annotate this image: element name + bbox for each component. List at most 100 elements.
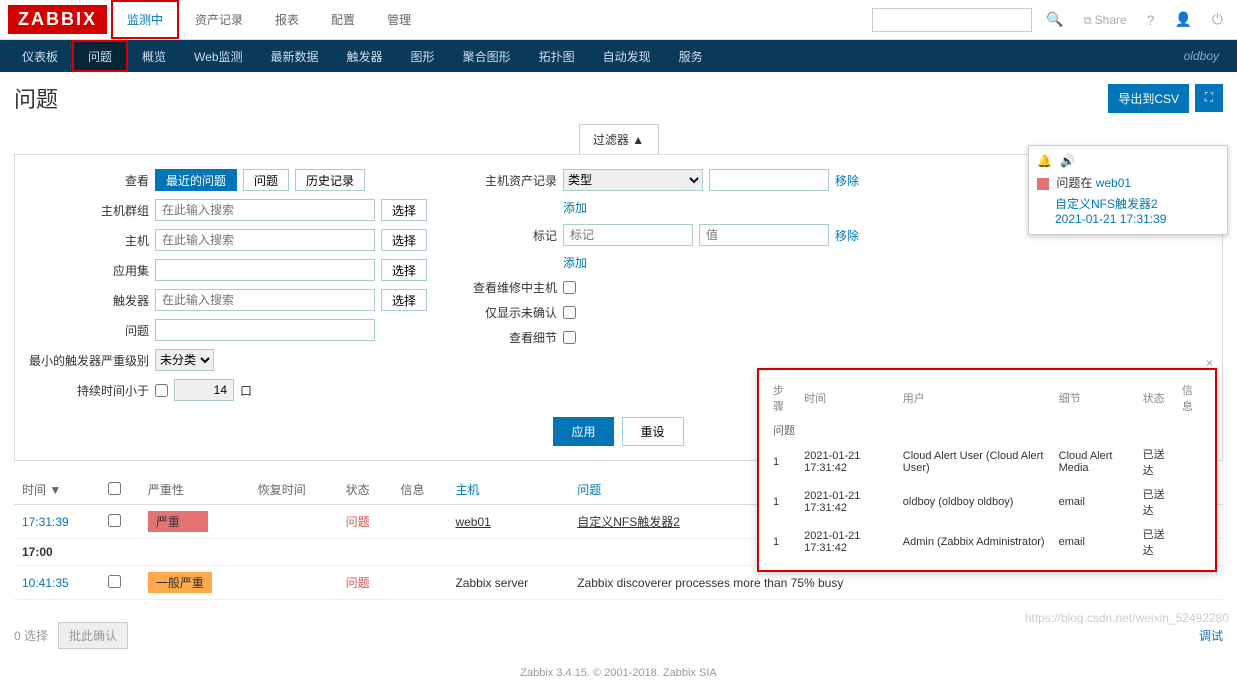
hostgroup-input[interactable] bbox=[155, 199, 375, 221]
notif-trigger-link[interactable]: 自定义NFS触发器2 bbox=[1055, 195, 1219, 212]
notif-host-link[interactable]: web01 bbox=[1096, 176, 1131, 190]
appset-select-button[interactable]: 选择 bbox=[381, 259, 427, 281]
problem-link[interactable]: 自定义NFS触发器2 bbox=[577, 515, 680, 529]
subnav-services[interactable]: 服务 bbox=[665, 40, 717, 72]
global-search-input[interactable] bbox=[872, 8, 1032, 32]
problem-label: 问题 bbox=[29, 322, 149, 339]
subnav-web[interactable]: Web监测 bbox=[180, 40, 256, 72]
duration-input[interactable] bbox=[174, 379, 234, 401]
maint-label: 查看维修中主机 bbox=[467, 279, 557, 296]
filter-left-column: 查看 最近的问题 问题 历史记录 主机群组 选择 主机 选择 应用集 选择 bbox=[29, 169, 427, 401]
tag-name-input[interactable] bbox=[563, 224, 693, 246]
row-checkbox[interactable] bbox=[108, 575, 121, 588]
th-time[interactable]: 时间 ▼ bbox=[14, 475, 100, 505]
row-checkbox[interactable] bbox=[108, 514, 121, 527]
action-row: 12021-01-21 17:31:42Cloud Alert User (Cl… bbox=[767, 442, 1207, 482]
topnav-monitoring[interactable]: 监测中 bbox=[111, 0, 179, 39]
ap-th-status: 状态 bbox=[1137, 378, 1176, 418]
sound-icon: 🔊 bbox=[1060, 154, 1075, 168]
th-host[interactable]: 主机 bbox=[447, 475, 569, 505]
help-icon[interactable]: ? bbox=[1141, 12, 1161, 28]
subnav-screens[interactable]: 聚合图形 bbox=[449, 40, 525, 72]
page-title: 问题 bbox=[14, 82, 58, 114]
th-info: 信息 bbox=[393, 475, 448, 505]
trigger-select-button[interactable]: 选择 bbox=[381, 289, 427, 311]
asset-add-link[interactable]: 添加 bbox=[563, 199, 587, 216]
topnav-reports[interactable]: 报表 bbox=[259, 0, 315, 39]
bell-icon: 🔔 bbox=[1037, 154, 1052, 168]
unack-label: 仅显示未确认 bbox=[467, 304, 557, 321]
topnav-right: 🔍 ⧉ Share ? 👤 ⏻ bbox=[872, 8, 1229, 32]
min-severity-select[interactable]: 未分类 bbox=[155, 349, 214, 371]
severity-indicator bbox=[1037, 178, 1049, 190]
unack-checkbox[interactable] bbox=[563, 306, 576, 319]
apply-button[interactable]: 应用 bbox=[553, 417, 613, 446]
export-csv-button[interactable]: 导出到CSV bbox=[1108, 84, 1189, 113]
host-link[interactable]: web01 bbox=[455, 515, 490, 529]
hostgroup-select-button[interactable]: 选择 bbox=[381, 199, 427, 221]
problem-input[interactable] bbox=[155, 319, 375, 341]
ap-th-step: 步骤 bbox=[767, 378, 798, 418]
detail-checkbox[interactable] bbox=[563, 331, 576, 344]
subnav-problems[interactable]: 问题 bbox=[72, 40, 128, 72]
tag-remove-link[interactable]: 移除 bbox=[835, 227, 859, 244]
subnav-triggers[interactable]: 触发器 bbox=[333, 40, 397, 72]
subnav-user-label: oldboy bbox=[1174, 49, 1229, 63]
ap-th-detail: 细节 bbox=[1053, 378, 1137, 418]
duration-checkbox[interactable] bbox=[155, 384, 168, 397]
status-text: 问题 bbox=[346, 515, 370, 529]
th-status[interactable]: 状态 bbox=[338, 475, 393, 505]
asset-label: 主机资产记录 bbox=[467, 172, 557, 189]
view-history-button[interactable]: 历史记录 bbox=[295, 169, 365, 191]
logout-icon[interactable]: ⏻ bbox=[1206, 11, 1229, 28]
th-recovery[interactable]: 恢复时间 bbox=[250, 475, 338, 505]
th-severity[interactable]: 严重性 bbox=[140, 475, 250, 505]
appset-input[interactable] bbox=[155, 259, 375, 281]
duration-label: 持续时间小于 bbox=[29, 382, 149, 399]
debug-link[interactable]: 调试 bbox=[1199, 627, 1223, 644]
trigger-input[interactable] bbox=[155, 289, 375, 311]
topnav-config[interactable]: 配置 bbox=[315, 0, 371, 39]
reset-button[interactable]: 重设 bbox=[622, 417, 684, 446]
tag-add-link[interactable]: 添加 bbox=[563, 254, 587, 271]
share-link[interactable]: ⧉ Share bbox=[1078, 11, 1133, 28]
subnav-maps[interactable]: 拓扑图 bbox=[525, 40, 589, 72]
host-link[interactable]: Zabbix server bbox=[455, 576, 528, 590]
topnav-admin[interactable]: 管理 bbox=[371, 0, 427, 39]
topnav-inventory[interactable]: 资产记录 bbox=[179, 0, 259, 39]
filter-toggle-tab[interactable]: 过滤器 ▲ bbox=[579, 124, 659, 154]
host-input[interactable] bbox=[155, 229, 375, 251]
close-icon[interactable]: × bbox=[1206, 356, 1213, 370]
asset-type-select[interactable]: 类型 bbox=[563, 169, 703, 191]
view-recent-button[interactable]: 最近的问题 bbox=[155, 169, 237, 191]
user-icon[interactable]: 👤 bbox=[1168, 11, 1197, 28]
problem-link[interactable]: Zabbix discoverer processes more than 75… bbox=[577, 576, 843, 590]
view-problems-button[interactable]: 问题 bbox=[243, 169, 289, 191]
search-icon[interactable]: 🔍 bbox=[1040, 11, 1069, 28]
subnav-latest[interactable]: 最新数据 bbox=[257, 40, 333, 72]
notif-time-link[interactable]: 2021-01-21 17:31:39 bbox=[1055, 212, 1219, 226]
batch-ack-button[interactable]: 批此确认 bbox=[58, 622, 128, 649]
fullscreen-button[interactable]: ⛶ bbox=[1195, 84, 1223, 112]
row-time[interactable]: 10:41:35 bbox=[22, 576, 69, 590]
subnav-dashboard[interactable]: 仪表板 bbox=[8, 40, 72, 72]
ap-th-info: 信息 bbox=[1176, 378, 1207, 418]
subnav-overview[interactable]: 概览 bbox=[128, 40, 180, 72]
notification-popup: 🔔 🔊 问题在 web01 自定义NFS触发器2 2021-01-21 17:3… bbox=[1028, 145, 1228, 235]
select-all-checkbox[interactable] bbox=[108, 482, 121, 495]
asset-value-input[interactable] bbox=[709, 169, 829, 191]
row-time[interactable]: 17:31:39 bbox=[22, 515, 69, 529]
ap-th-time: 时间 bbox=[798, 378, 897, 418]
action-row: 12021-01-21 17:31:42oldboy (oldboy oldbo… bbox=[767, 482, 1207, 522]
hostgroup-label: 主机群组 bbox=[29, 202, 149, 219]
subnav-graphs[interactable]: 图形 bbox=[397, 40, 449, 72]
maint-checkbox[interactable] bbox=[563, 281, 576, 294]
topnav-items: 监测中 资产记录 报表 配置 管理 bbox=[111, 0, 427, 39]
action-details-popup: × 步骤 时间 用户 细节 状态 信息 问题 12021-01-21 17:31… bbox=[757, 368, 1217, 572]
tag-value-input[interactable] bbox=[699, 224, 829, 246]
host-select-button[interactable]: 选择 bbox=[381, 229, 427, 251]
subnav-discovery[interactable]: 自动发现 bbox=[589, 40, 665, 72]
brand-logo: ZABBIX bbox=[8, 5, 107, 34]
asset-remove-link[interactable]: 移除 bbox=[835, 172, 859, 189]
severity-badge: 一般严重 bbox=[148, 572, 212, 593]
